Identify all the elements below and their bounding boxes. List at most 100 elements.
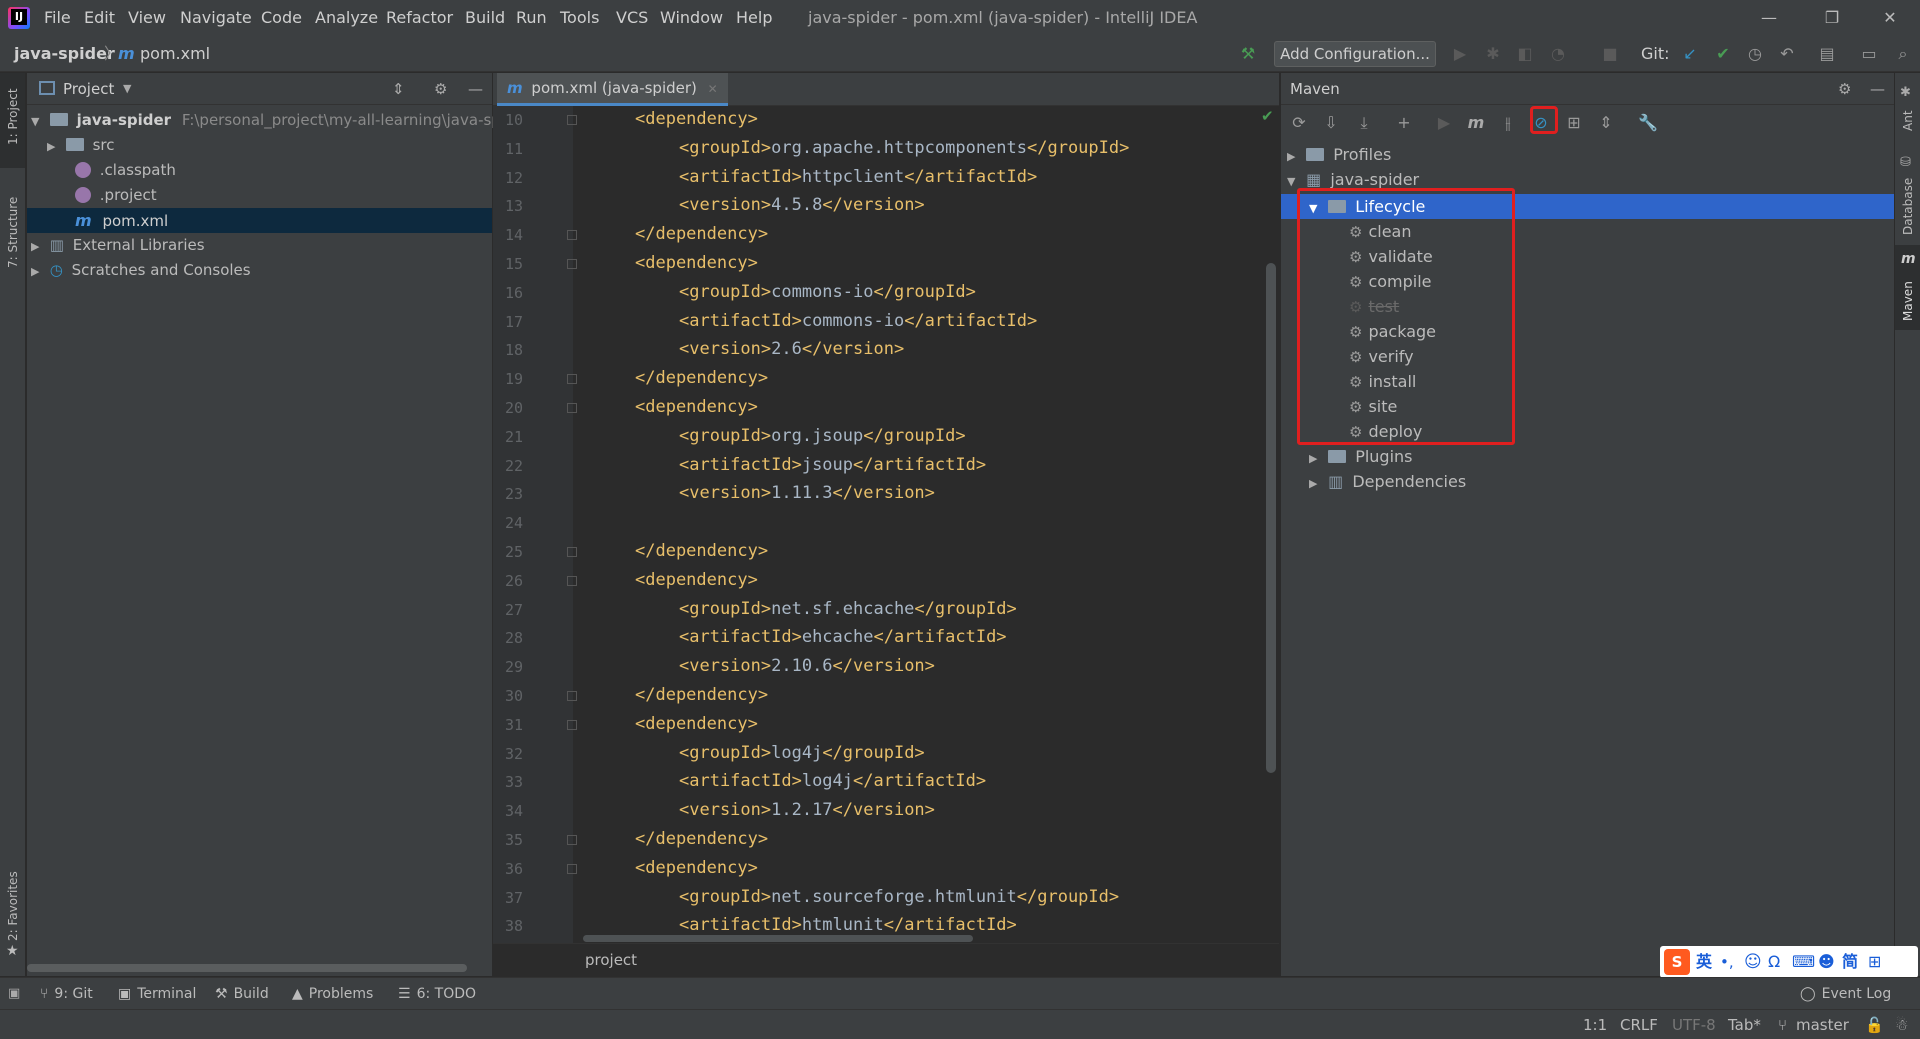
generate-sources-icon[interactable]: ⇩: [1321, 113, 1341, 133]
line-separator[interactable]: CRLF: [1620, 1010, 1658, 1039]
project-view-selector[interactable]: Project: [63, 73, 114, 105]
menu-view[interactable]: View: [128, 0, 166, 36]
tool-terminal[interactable]: ▣ Terminal: [118, 978, 196, 1010]
lifecycle-phase-validate[interactable]: ⚙ validate: [1349, 244, 1433, 269]
fold-marker-icon[interactable]: [567, 863, 577, 874]
menu-file[interactable]: File: [44, 0, 71, 36]
hide-panel-icon[interactable]: —: [1870, 73, 1885, 105]
fold-marker-icon[interactable]: [567, 691, 577, 701]
run-goal-icon[interactable]: ▶: [1434, 113, 1454, 133]
close-tab-icon[interactable]: ✕: [708, 82, 718, 96]
lifecycle-phase-verify[interactable]: ⚙ verify: [1349, 344, 1414, 369]
tree-item-src[interactable]: ▶ src: [47, 133, 114, 158]
collapsed-arrow-icon[interactable]: ▶: [1309, 471, 1323, 496]
ime-mode[interactable]: 英: [1696, 946, 1712, 978]
breadcrumb-file[interactable]: pom.xml: [140, 36, 210, 72]
menu-analyze[interactable]: Analyze: [315, 0, 378, 36]
fold-marker-icon[interactable]: [567, 835, 577, 845]
collapsed-arrow-icon[interactable]: ▶: [31, 234, 45, 259]
coverage-icon[interactable]: ◧: [1515, 44, 1535, 64]
fold-marker-icon[interactable]: [567, 259, 577, 269]
show-dependencies-icon[interactable]: ⊞: [1564, 113, 1584, 133]
run-icon[interactable]: ▶: [1450, 44, 1470, 64]
tool-problems[interactable]: ▲ Problems: [292, 978, 373, 1010]
build-hammer-icon[interactable]: ⚒: [1238, 44, 1258, 64]
gear-icon[interactable]: ⚙: [1838, 73, 1851, 105]
reload-icon[interactable]: ⟳: [1289, 113, 1309, 133]
collapsed-arrow-icon[interactable]: ▶: [1309, 446, 1323, 471]
fold-marker-icon[interactable]: [567, 575, 577, 586]
menu-code[interactable]: Code: [261, 0, 302, 36]
code-horizontal-scrollbar[interactable]: [583, 935, 973, 942]
fold-marker-icon[interactable]: [567, 115, 577, 125]
git-branch[interactable]: master: [1796, 1010, 1849, 1039]
maven-settings-wrench-icon[interactable]: 🔧: [1638, 113, 1658, 133]
menu-vcs[interactable]: VCS: [616, 0, 648, 36]
maven-tool-label[interactable]: Maven: [1901, 281, 1915, 321]
tree-item-project-root[interactable]: ▼ java-spider F:\personal_project\my-all…: [27, 108, 513, 134]
presentation-icon[interactable]: ▭: [1859, 44, 1879, 64]
collapsed-arrow-icon[interactable]: ▶: [1287, 144, 1301, 169]
project-tool-label[interactable]: 1: Project: [6, 88, 20, 145]
favorites-tool-label[interactable]: 2: Favorites: [6, 871, 20, 941]
maven-tree-profiles[interactable]: ▶ Profiles: [1287, 142, 1391, 167]
menu-refactor[interactable]: Refactor: [386, 0, 453, 36]
tool-build[interactable]: ⚒ Build: [215, 978, 269, 1010]
expand-arrow-icon[interactable]: ▼: [31, 109, 45, 134]
editor-breadcrumb[interactable]: project: [585, 944, 637, 977]
indent-setting[interactable]: Tab*: [1728, 1010, 1761, 1039]
fold-marker-icon[interactable]: [567, 374, 577, 385]
menu-navigate[interactable]: Navigate: [180, 0, 252, 36]
git-commit-icon[interactable]: ✔: [1713, 44, 1733, 64]
add-project-icon[interactable]: +: [1394, 113, 1414, 133]
add-configuration-button[interactable]: Add Configuration...: [1274, 41, 1436, 67]
download-icon[interactable]: ⤓: [1354, 113, 1374, 133]
event-log[interactable]: ◯ Event Log: [1800, 978, 1891, 1010]
lifecycle-phase-package[interactable]: ⚙ package: [1349, 319, 1436, 344]
search-everywhere-icon[interactable]: ⌕: [1893, 44, 1913, 64]
lock-icon[interactable]: 🔓: [1865, 1010, 1884, 1039]
lifecycle-phase-compile[interactable]: ⚙ compile: [1349, 269, 1432, 294]
lifecycle-phase-deploy[interactable]: ⚙ deploy: [1349, 419, 1422, 444]
maven-tree-plugins[interactable]: ▶ Plugins: [1309, 444, 1413, 469]
menu-tools[interactable]: Tools: [560, 0, 599, 36]
emoji-icon[interactable]: ☺: [1744, 946, 1762, 978]
collapse-all-icon[interactable]: ⇕: [1596, 113, 1616, 133]
collapsed-arrow-icon[interactable]: ▶: [31, 259, 45, 284]
collapse-all-icon[interactable]: ⇕: [392, 73, 405, 105]
git-rollback-icon[interactable]: ↶: [1777, 44, 1797, 64]
tool-windows-icon[interactable]: ▣: [8, 986, 20, 1001]
vertical-scrollbar[interactable]: [1266, 263, 1276, 773]
keyboard-icon[interactable]: ⌨: [1792, 946, 1815, 978]
punctuation-icon[interactable]: •,: [1720, 946, 1734, 978]
minimize-button[interactable]: —: [1757, 6, 1781, 30]
lifecycle-phase-clean[interactable]: ⚙ clean: [1349, 219, 1411, 244]
editor-tab-pom[interactable]: m pom.xml (java-spider) ✕: [497, 73, 728, 106]
menu-run[interactable]: Run: [516, 0, 547, 36]
tree-item-project-file[interactable]: .project: [75, 183, 157, 208]
fold-marker-icon[interactable]: [567, 230, 577, 241]
stop-icon[interactable]: ■: [1600, 44, 1620, 64]
execute-maven-goal-icon[interactable]: m: [1466, 113, 1486, 133]
inspector-icon[interactable]: ☃: [1895, 1010, 1908, 1039]
ime-simplified[interactable]: 简: [1842, 946, 1858, 978]
project-structure-icon[interactable]: ▤: [1817, 44, 1837, 64]
lifecycle-phase-install[interactable]: ⚙ install: [1349, 369, 1416, 394]
caret-position[interactable]: 1:1: [1583, 1010, 1607, 1039]
chevron-down-icon[interactable]: ▼: [123, 73, 131, 105]
user-icon[interactable]: ☻: [1818, 946, 1835, 978]
collapsed-arrow-icon[interactable]: ▶: [47, 134, 61, 159]
menu-window[interactable]: Window: [660, 0, 723, 36]
horizontal-scrollbar[interactable]: [27, 964, 467, 972]
close-window-button[interactable]: ✕: [1878, 6, 1902, 30]
restore-button[interactable]: ❐: [1820, 6, 1844, 30]
database-tool-label[interactable]: Database: [1901, 178, 1915, 235]
file-encoding[interactable]: UTF-8: [1672, 1010, 1716, 1039]
hide-panel-icon[interactable]: —: [468, 73, 483, 105]
tool-git[interactable]: ⑂ 9: Git: [40, 978, 93, 1010]
tree-item-classpath[interactable]: .classpath: [75, 158, 176, 183]
tree-item-pom[interactable]: m pom.xml: [27, 208, 492, 233]
fold-marker-icon[interactable]: [567, 547, 577, 557]
profile-icon[interactable]: ◔: [1548, 44, 1568, 64]
lifecycle-phase-site[interactable]: ⚙ site: [1349, 394, 1397, 419]
